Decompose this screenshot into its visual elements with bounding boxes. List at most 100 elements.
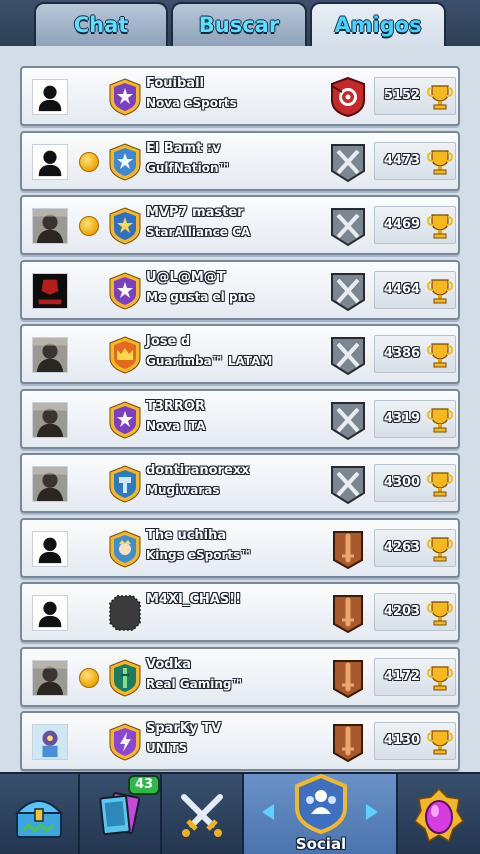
friend-clan: Nova eSports: [146, 96, 237, 110]
friend-name: SparKy TV: [146, 721, 222, 736]
friend-row[interactable]: T3RROR Nova ITA 4319: [20, 388, 460, 449]
photo-avatar-icon: [32, 401, 68, 438]
arrow-right-icon[interactable]: [366, 804, 378, 820]
silver-swords-league-icon: [328, 270, 368, 312]
trophy-count-box: 5152: [374, 77, 456, 115]
friend-row[interactable]: The uchiha Kings eSports™ 4263: [20, 517, 460, 578]
nav-cards-button[interactable]: 43: [80, 774, 162, 854]
friend-clan: Nova ITA: [146, 418, 206, 433]
blue-bamboo-badge-icon: [108, 658, 142, 697]
trophy-count: 4464: [383, 281, 421, 297]
friend-clan: Mugiwaras: [146, 483, 220, 497]
friend-clan: Real Gaming™: [146, 676, 244, 691]
bottom-nav: 43 Social: [0, 772, 480, 854]
friend-clan: Guarimba™ LATAM: [146, 354, 273, 368]
trophy-icon: [426, 406, 454, 434]
friend-name: El Bamt :v: [146, 140, 221, 156]
blue-star-badge-icon: [108, 207, 142, 245]
bronze-sword-league-icon: [328, 592, 368, 634]
trophy-count-box: 4319: [374, 399, 456, 438]
friend-row[interactable]: Vodka Real Gaming™ 4172: [20, 646, 460, 707]
friend-name: Vodka: [146, 656, 192, 672]
gold-coin-icon: [79, 151, 99, 172]
friend-row[interactable]: Jose d Guarimba™ LATAM 4386: [20, 324, 460, 384]
spartan-avatar-icon: [32, 272, 68, 309]
trophy-count: 4263: [383, 539, 421, 555]
friend-row[interactable]: dontiranorexx Mugiwaras 4300: [20, 453, 460, 513]
trophy-count: 4473: [383, 152, 421, 168]
default-avatar-icon: [32, 79, 68, 115]
arrow-left-icon[interactable]: [262, 804, 274, 820]
friends-panel: Fouiball Nova eSports 5152 El Bamt :v GulfNa…: [0, 46, 480, 772]
tab-buscar[interactable]: Buscar: [171, 2, 307, 46]
trophy-count-box: 4473: [374, 141, 456, 180]
friend-row[interactable]: U@L@M@T Me gusta el pne 4464: [20, 259, 460, 320]
trophy-count: 4172: [383, 668, 421, 684]
default-avatar-icon: [32, 143, 68, 180]
default-avatar-icon: [32, 595, 68, 631]
friend-name: Jose d: [146, 334, 191, 349]
friend-row[interactable]: M4XI_CHAS!! 4203: [20, 582, 460, 642]
trophy-count: 4203: [383, 604, 421, 619]
treasure-chest-icon: [14, 800, 64, 838]
gold-coin-icon: [79, 667, 99, 688]
empty-clan-badge-icon: [108, 594, 142, 632]
nav-shop-button[interactable]: [0, 774, 80, 854]
trophy-count-box: 4172: [374, 657, 456, 696]
silver-swords-league-icon: [328, 399, 368, 441]
cards-count-badge: 43: [128, 775, 161, 795]
tab-chat[interactable]: Chat: [34, 2, 168, 46]
trophy-icon: [426, 728, 454, 756]
sparky-avatar-icon: [32, 724, 68, 760]
friend-clan: UNITS: [146, 741, 188, 755]
friend-row[interactable]: Fouiball Nova eSports 5152: [20, 66, 460, 126]
trophy-icon: [426, 599, 454, 627]
tab-amigos[interactable]: Amigos: [310, 2, 446, 46]
silver-swords-league-icon: [328, 463, 368, 505]
trophy-count-box: 4464: [374, 270, 456, 309]
social-people-icon: [295, 774, 347, 834]
bronze-sword-league-icon: [328, 721, 368, 763]
trophy-count-box: 4300: [374, 464, 456, 502]
nav-social-button[interactable]: Social: [244, 774, 398, 854]
friend-name: The uchiha: [146, 527, 227, 543]
photo-avatar-icon: [32, 337, 68, 373]
friends-list[interactable]: Fouiball Nova eSports 5152 El Bamt :v GulfNa…: [20, 66, 460, 776]
trophy-icon: [426, 664, 454, 692]
trophy-count: 4469: [383, 217, 421, 232]
trophy-count: 5152: [383, 88, 421, 103]
trophy-count-box: 4386: [374, 335, 456, 373]
blue-snowflake-badge-icon: [108, 142, 142, 181]
friend-row[interactable]: El Bamt :v GulfNation™ 4473: [20, 130, 460, 191]
purple-star-badge-icon: [108, 400, 142, 439]
trophy-count-box: 4263: [374, 528, 456, 567]
trophy-icon: [426, 212, 454, 240]
bronze-sword-league-icon: [328, 657, 368, 699]
nav-battle-button[interactable]: [162, 774, 244, 854]
trophy-count: 4319: [383, 410, 421, 426]
purple-star-badge-icon: [108, 78, 142, 116]
friend-name: dontiranorexx: [146, 463, 250, 478]
friend-row[interactable]: MVP7 master StarAlliance CA 4469: [20, 195, 460, 255]
purple-egg-icon: [414, 787, 464, 843]
friend-row[interactable]: SparKy TV UNITS 4130: [20, 711, 460, 771]
trophy-icon: [426, 277, 454, 305]
silver-swords-league-icon: [328, 205, 368, 247]
friend-clan: Me gusta el pne: [146, 289, 255, 304]
tab-bar: Chat Buscar Amigos: [0, 0, 480, 46]
social-label: Social: [295, 835, 347, 853]
photo-avatar-icon: [32, 466, 68, 502]
trophy-count-box: 4130: [374, 722, 456, 760]
gold-coin-icon: [79, 216, 99, 236]
friend-name: Fouiball: [146, 76, 204, 91]
friend-name: MVP7 master: [146, 205, 244, 220]
bronze-sword-league-icon: [328, 528, 368, 570]
nav-events-button[interactable]: [398, 774, 480, 854]
trophy-icon: [426, 341, 454, 369]
trophy-icon: [426, 148, 454, 176]
purple-star-badge-icon: [108, 271, 142, 310]
photo-avatar-icon: [32, 208, 68, 244]
trophy-icon: [426, 83, 454, 111]
friend-name: T3RROR: [146, 398, 205, 414]
trophy-count: 4300: [383, 475, 421, 490]
